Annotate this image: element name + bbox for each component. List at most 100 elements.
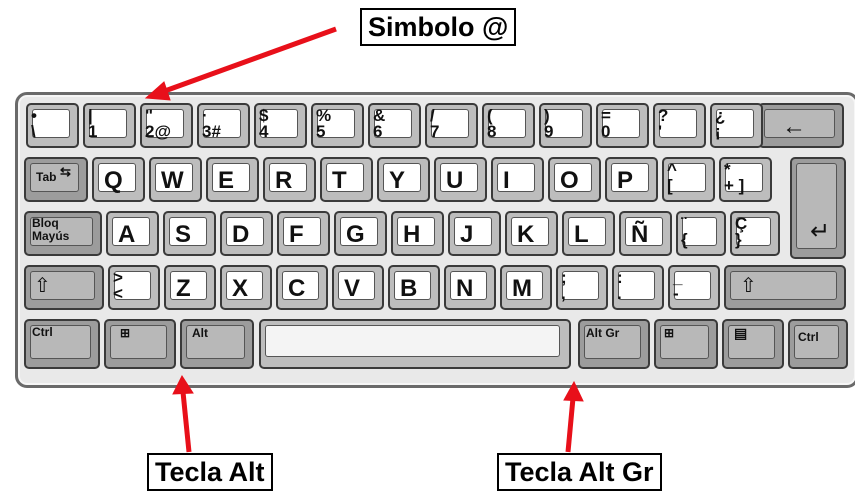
number-row-key-base-char: 4: [259, 122, 269, 141]
number-row-key[interactable]: & 6: [368, 103, 421, 148]
letter-key[interactable]: Z: [164, 265, 216, 310]
symbol-key[interactable]: ¨{: [676, 211, 726, 256]
number-row-key[interactable]: ) 9: [539, 103, 592, 148]
alt-key[interactable]: Alt: [180, 319, 254, 369]
arrow-to-altgr-key: [563, 380, 584, 453]
letter-key[interactable]: D: [220, 211, 273, 256]
number-row-key[interactable]: ¿ ¡: [710, 103, 763, 148]
backspace-key[interactable]: ←: [758, 103, 844, 148]
letter-key[interactable]: B: [388, 265, 440, 310]
enter-key[interactable]: ↵: [790, 157, 846, 259]
letter-key-letter: L: [574, 221, 589, 248]
left-ctrl-label: Ctrl: [32, 325, 53, 339]
symbol-key-base-char: [: [667, 176, 673, 195]
tab-key[interactable]: Tab ⇆: [24, 157, 88, 202]
symbol-key[interactable]: * + ]: [719, 157, 772, 202]
letter-key-letter: Q: [104, 167, 123, 194]
letter-key[interactable]: U: [434, 157, 487, 202]
letter-key[interactable]: Ñ: [619, 211, 672, 256]
letter-key[interactable]: W: [149, 157, 202, 202]
letter-key[interactable]: O: [548, 157, 601, 202]
letter-key[interactable]: R: [263, 157, 316, 202]
letter-key-letter: Z: [176, 275, 191, 302]
angle-bracket-key-base-char: <: [113, 284, 123, 303]
letter-key[interactable]: I: [491, 157, 544, 202]
symbol-key[interactable]: Ç}: [730, 211, 780, 256]
punctuation-key-base-char: ,: [561, 284, 566, 303]
letter-key[interactable]: F: [277, 211, 330, 256]
number-row-key-base-char: 1: [88, 122, 98, 141]
punctuation-key[interactable]: :.: [612, 265, 664, 310]
letter-key[interactable]: T: [320, 157, 373, 202]
caps-lock-label-top: Bloq: [32, 216, 59, 230]
number-row-key-base-char: ': [658, 122, 663, 141]
number-row-key[interactable]: % 5: [311, 103, 364, 148]
left-shift-key[interactable]: ⇧: [24, 265, 104, 310]
letter-key-letter: N: [456, 275, 474, 302]
shift-arrow-icon: ⇧: [34, 275, 51, 297]
number-row-key[interactable]: = 0: [596, 103, 649, 148]
number-row-key[interactable]: $4: [254, 103, 307, 148]
windows-logo-icon: ⊞: [664, 326, 675, 340]
letter-key[interactable]: S: [163, 211, 216, 256]
altgr-key[interactable]: Alt Gr: [578, 319, 650, 369]
punctuation-key[interactable]: ;,: [556, 265, 608, 310]
letter-key[interactable]: V: [332, 265, 384, 310]
symbol-key[interactable]: ^[: [662, 157, 715, 202]
number-row-key[interactable]: " 2@: [140, 103, 193, 148]
letter-key-letter: M: [512, 275, 532, 302]
tab-key-label: Tab: [36, 170, 57, 184]
letter-key-letter: X: [232, 275, 249, 302]
number-row-key[interactable]: · 3#: [197, 103, 250, 148]
number-row-key[interactable]: (8: [482, 103, 535, 148]
enter-arrow-icon: ↵: [810, 218, 831, 245]
letter-key[interactable]: K: [505, 211, 558, 256]
letter-key[interactable]: P: [605, 157, 658, 202]
letter-key[interactable]: E: [206, 157, 259, 202]
menu-icon: ▤: [734, 325, 748, 341]
letter-key-letter: S: [175, 221, 192, 248]
letter-key-letter: F: [289, 221, 304, 248]
letter-key[interactable]: Q: [92, 157, 145, 202]
letter-key[interactable]: C: [276, 265, 328, 310]
caps-lock-key[interactable]: Bloq Mayús: [24, 211, 102, 256]
letter-key[interactable]: H: [391, 211, 444, 256]
letter-key[interactable]: Y: [377, 157, 430, 202]
symbol-key-base-char: + ]: [724, 176, 745, 195]
number-row-key[interactable]: ? ': [653, 103, 706, 148]
number-row-key[interactable]: • \: [26, 103, 79, 148]
right-windows-key[interactable]: ⊞: [654, 319, 718, 369]
altgr-key-label: Tecla Alt Gr: [497, 453, 662, 491]
number-row-key-base-char: 5: [316, 122, 326, 141]
letter-key-letter: H: [403, 221, 421, 248]
letter-key[interactable]: M: [500, 265, 552, 310]
letter-key[interactable]: N: [444, 265, 496, 310]
letter-key-letter: C: [288, 275, 306, 302]
number-row-key[interactable]: /7: [425, 103, 478, 148]
letter-key-letter: V: [344, 275, 361, 302]
number-row-key-base-char: ¡: [715, 122, 721, 141]
right-ctrl-key[interactable]: Ctrl: [788, 319, 848, 369]
letter-key-letter: I: [503, 167, 510, 194]
right-shift-key[interactable]: ⇧: [724, 265, 846, 310]
tab-arrows-icon: ⇆: [60, 164, 71, 179]
alt-key-label: Tecla Alt: [147, 453, 273, 491]
letter-key[interactable]: G: [334, 211, 387, 256]
punctuation-key[interactable]: _ -: [668, 265, 720, 310]
angle-bracket-key[interactable]: > <: [108, 265, 160, 310]
space-bar[interactable]: [259, 319, 571, 369]
letter-key[interactable]: L: [562, 211, 615, 256]
number-row-key[interactable]: | 1: [83, 103, 136, 148]
left-ctrl-key[interactable]: Ctrl: [24, 319, 100, 369]
menu-key[interactable]: ▤: [722, 319, 784, 369]
alt-key-text: Alt: [192, 326, 208, 340]
letter-key[interactable]: X: [220, 265, 272, 310]
number-row-key-base-char: 7: [430, 122, 440, 141]
letter-key[interactable]: A: [106, 211, 159, 256]
letter-key[interactable]: J: [448, 211, 501, 256]
letter-key-letter: O: [560, 167, 579, 194]
letter-key-letter: Ñ: [631, 221, 649, 248]
left-windows-key[interactable]: ⊞: [104, 319, 176, 369]
letter-key-letter: P: [617, 167, 634, 194]
letter-key-letter: D: [232, 221, 250, 248]
